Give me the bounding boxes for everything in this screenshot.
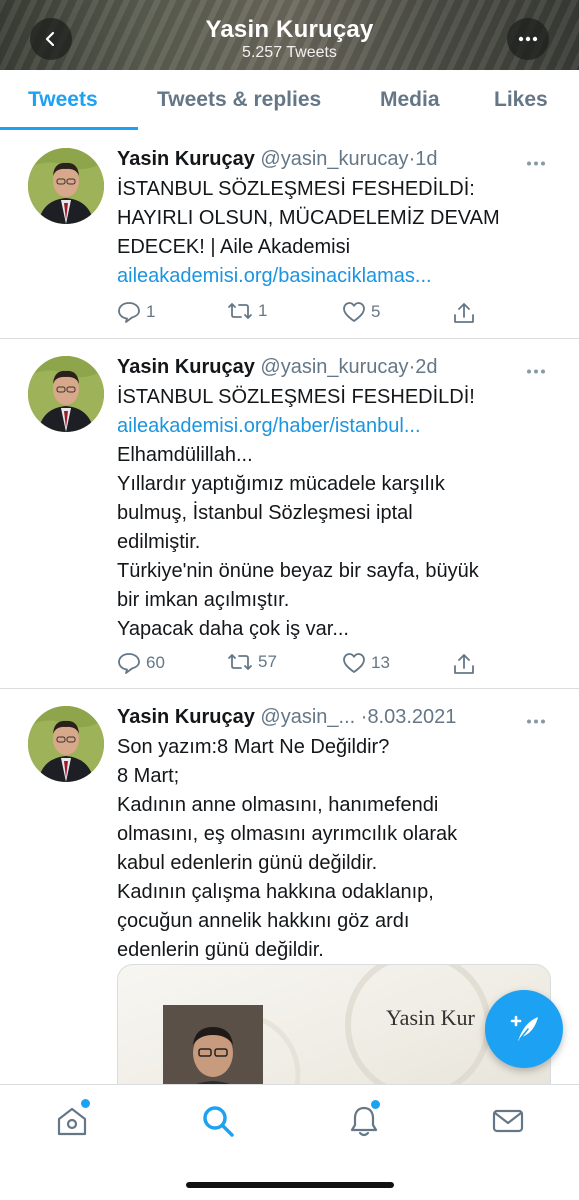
tweet-text: İSTANBUL SÖZLEŞMESİ FESHEDİLDİ: HAYIRLI …	[117, 175, 557, 291]
avatar[interactable]	[28, 706, 104, 782]
more-icon	[527, 369, 545, 374]
tab-tweets[interactable]: Tweets	[28, 88, 98, 112]
nav-notifications[interactable]	[346, 1100, 382, 1139]
tweet-line: EDECEK! | Aile Akademisi	[117, 236, 351, 258]
more-icon	[518, 36, 538, 42]
tweet-count: 5.257 Tweets	[242, 44, 337, 61]
author-handle[interactable]: @yasin_...	[260, 706, 355, 728]
like-button[interactable]: 13	[342, 652, 390, 674]
more-icon	[527, 161, 545, 166]
tweet-line: İSTANBUL SÖZLEŞMESİ FESHEDİLDİ!	[117, 386, 475, 408]
author-name[interactable]: Yasin Kuruçay	[117, 706, 255, 728]
home-icon	[57, 1107, 87, 1136]
author-name[interactable]: Yasin Kuruçay	[117, 356, 255, 378]
avatar[interactable]	[28, 356, 104, 432]
like-count: 13	[371, 653, 390, 672]
tweet-line: Kadının çalışma hakkına odaklanıp,	[117, 881, 434, 903]
tweet-link[interactable]: aileakademisi.org/haber/istanbul...	[117, 412, 557, 441]
reply-count: 1	[146, 302, 156, 321]
tweet[interactable]: Yasin Kuruçay @yasin_kurucay·1d İSTANBUL…	[0, 131, 579, 339]
reply-icon	[118, 302, 140, 323]
retweet-icon	[228, 303, 252, 319]
tweet-line: bulmuş, İstanbul Sözleşmesi iptal	[117, 502, 413, 524]
tab-tweets-replies[interactable]: Tweets & replies	[157, 88, 321, 112]
tweet-menu-button[interactable]	[526, 155, 546, 166]
tweet-header: Yasin Kuruçay @yasin_kurucay·1d	[117, 146, 511, 172]
tweet-line: Türkiye'nin önüne beyaz bir sayfa, büyük	[117, 560, 479, 582]
tweet-line: Yapacak daha çok iş var...	[117, 618, 349, 640]
tweet-menu-button[interactable]	[526, 713, 546, 724]
retweet-button[interactable]: 57	[227, 652, 277, 672]
tweet-header: Yasin Kuruçay @yasin_... ·8.03.2021	[117, 704, 511, 730]
tweet-line: çocuğun annelik hakkını göz ardı	[117, 910, 410, 932]
tweet-actions: 60 57 13	[117, 652, 477, 678]
tweet-text: Son yazım:8 Mart Ne Değildir? 8 Mart; Ka…	[117, 733, 557, 965]
active-tab-indicator	[0, 127, 138, 130]
tweet-line: edilmiştir.	[117, 531, 201, 553]
reply-count: 60	[146, 653, 165, 672]
home-indicator	[186, 1182, 394, 1188]
tweet-line: HAYIRLI OLSUN, MÜCADELEMİZ DEVAM	[117, 207, 500, 229]
tab-likes[interactable]: Likes	[494, 88, 548, 112]
compose-feather-icon	[510, 1015, 538, 1041]
tweet-line: Yıllardır yaptığımız mücadele karşılık	[117, 473, 445, 495]
search-icon	[203, 1106, 234, 1137]
share-icon	[454, 303, 474, 323]
share-button[interactable]	[453, 301, 475, 325]
nav-messages[interactable]	[490, 1103, 526, 1139]
card-title: Yasin Kur	[386, 1005, 475, 1030]
tweet-line: 8 Mart;	[117, 765, 180, 787]
nav-search[interactable]	[200, 1103, 236, 1139]
like-count: 5	[371, 302, 381, 321]
tweet-actions: 1 1 5	[117, 301, 477, 327]
tweet-line: edenlerin günü değildir.	[117, 939, 324, 961]
avatar[interactable]	[28, 148, 104, 224]
tweet-line: Kadının anne olmasını, hanımefendi	[117, 794, 439, 816]
author-name[interactable]: Yasin Kuruçay	[117, 148, 255, 170]
mail-icon	[492, 1109, 524, 1133]
tweet-link[interactable]: aileakademisi.org/basinaciklamas...	[117, 262, 557, 291]
more-icon	[527, 719, 545, 724]
compose-tweet-button[interactable]	[485, 990, 563, 1068]
tweet-text: İSTANBUL SÖZLEŞMESİ FESHEDİLDİ! aileakad…	[117, 383, 557, 644]
tab-media[interactable]: Media	[380, 88, 440, 112]
like-button[interactable]: 5	[342, 301, 380, 323]
heart-icon	[343, 302, 365, 322]
tweet[interactable]: Yasin Kuruçay @yasin_kurucay·2d İSTANBUL…	[0, 339, 579, 689]
retweet-button[interactable]: 1	[227, 301, 267, 321]
tweet-time: 1d	[415, 148, 438, 170]
reply-button[interactable]: 1	[117, 301, 155, 323]
author-handle[interactable]: @yasin_kurucay	[260, 356, 408, 378]
nav-home[interactable]	[54, 1099, 90, 1139]
tweet-line: Elhamdülillah...	[117, 444, 253, 466]
heart-icon	[343, 653, 365, 673]
tweet-line: İSTANBUL SÖZLEŞMESİ FESHEDİLDİ:	[117, 178, 475, 200]
tweet-time: 2d	[415, 356, 438, 378]
tweet-header: Yasin Kuruçay @yasin_kurucay·2d	[117, 354, 511, 380]
retweet-icon	[228, 654, 252, 670]
tweet-line: olmasını, eş olmasını ayrımcılık olarak	[117, 823, 458, 845]
more-options-button[interactable]	[507, 18, 549, 60]
tweet-menu-button[interactable]	[526, 363, 546, 374]
notifications-dot	[371, 1100, 380, 1109]
retweet-count: 1	[258, 301, 268, 320]
retweet-count: 57	[258, 652, 277, 671]
share-icon	[454, 654, 474, 674]
reply-button[interactable]: 60	[117, 652, 165, 674]
tweet-line: kabul edenlerin günü değildir.	[117, 852, 378, 874]
tweet-line: bir imkan açılmıştır.	[117, 589, 290, 611]
reply-icon	[118, 653, 140, 674]
author-handle[interactable]: @yasin_kurucay	[260, 148, 408, 170]
profile-header: Yasin Kuruçay 5.257 Tweets	[0, 0, 579, 70]
share-button[interactable]	[453, 652, 475, 676]
profile-name: Yasin Kuruçay	[205, 16, 374, 43]
profile-tabs: Tweets Tweets & replies Media Likes	[0, 70, 579, 132]
tweet-time: 8.03.2021	[367, 706, 457, 728]
tweet-line: Son yazım:8 Mart Ne Değildir?	[117, 736, 390, 758]
home-notification-dot	[81, 1099, 90, 1108]
